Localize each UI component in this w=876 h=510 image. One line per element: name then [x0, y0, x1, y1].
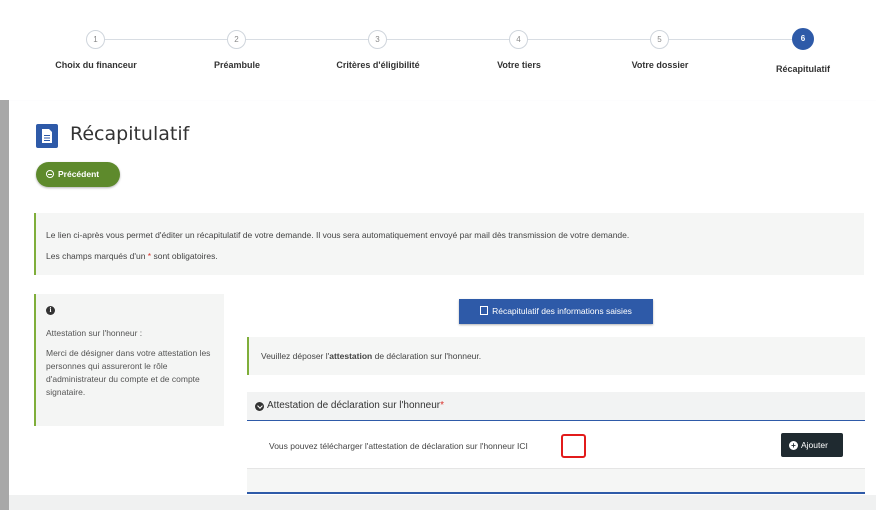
pdf-icon [480, 306, 489, 315]
info-line-2-pre: Les champs marqués d'un [46, 251, 148, 261]
help-heading: Attestation sur l'honneur : [46, 328, 143, 338]
upload-list-panel [247, 469, 865, 494]
deposit-notice: Veuillez déposer l'attestation de déclar… [247, 337, 865, 375]
plus-circle-icon: + [789, 441, 798, 450]
step-label: Choix du financeur [55, 60, 137, 70]
attestation-section-header[interactable]: Attestation de déclaration sur l'honneur… [247, 392, 865, 421]
attestation-title: Attestation de déclaration sur l'honneur… [267, 400, 444, 411]
deposit-text: Veuillez déposer l'attestation de déclar… [261, 351, 481, 361]
previous-button-label: Précédent [58, 169, 100, 179]
deposit-text-post: de déclaration sur l'honneur. [372, 351, 482, 361]
deposit-text-bold: attestation [329, 351, 373, 361]
stepper-line [95, 39, 805, 40]
attestation-title-text: Attestation de déclaration sur l'honneur [267, 400, 441, 411]
help-sidebar: i Attestation sur l'honneur : Merci de d… [34, 294, 224, 426]
summary-pdf-button-label: Récapitulatif des informations saisies [492, 306, 632, 316]
step-number: 6 [792, 28, 814, 50]
summary-pdf-button[interactable]: Récapitulatif des informations saisies [459, 299, 653, 324]
page-footer-area [9, 495, 876, 510]
download-attestation-text: Vous pouvez télécharger l'attestation de… [269, 441, 528, 451]
info-icon: i [46, 306, 55, 315]
previous-button[interactable]: Précédent [36, 162, 120, 187]
step-number: 2 [227, 30, 246, 49]
info-notice: Le lien ci-après vous permet d'éditer un… [34, 213, 864, 275]
left-edge-bar [0, 100, 9, 510]
chevron-down-icon [255, 402, 264, 411]
add-file-button[interactable]: + Ajouter [781, 433, 843, 457]
step-number: 5 [650, 30, 669, 49]
ici-download-link-highlight[interactable] [561, 434, 586, 458]
step-number: 3 [368, 30, 387, 49]
document-icon [36, 124, 58, 148]
progress-stepper: 1 Choix du financeur 2 Préambule 3 Critè… [0, 0, 876, 100]
help-body: Merci de désigner dans votre attestation… [46, 348, 211, 397]
step-label: Critères d'éligibilité [336, 60, 420, 70]
info-line-2: Les champs marqués d'un * sont obligatoi… [46, 251, 218, 261]
info-line-1: Le lien ci-après vous permet d'éditer un… [46, 230, 630, 240]
step-number: 4 [509, 30, 528, 49]
step-label: Récapitulatif [775, 64, 830, 74]
info-line-2-post: sont obligatoires. [151, 251, 218, 261]
attestation-body: Vous pouvez télécharger l'attestation de… [247, 421, 865, 469]
step-label: Préambule [213, 60, 261, 70]
add-file-button-label: Ajouter [801, 440, 828, 450]
step-number: 1 [86, 30, 105, 49]
step-label: Votre dossier [631, 60, 689, 70]
arrow-left-circle-icon [46, 170, 54, 178]
deposit-text-pre: Veuillez déposer l' [261, 351, 330, 361]
required-star: * [440, 400, 445, 411]
step-label: Votre tiers [497, 60, 541, 70]
page-title: Récapitulatif [70, 123, 190, 145]
